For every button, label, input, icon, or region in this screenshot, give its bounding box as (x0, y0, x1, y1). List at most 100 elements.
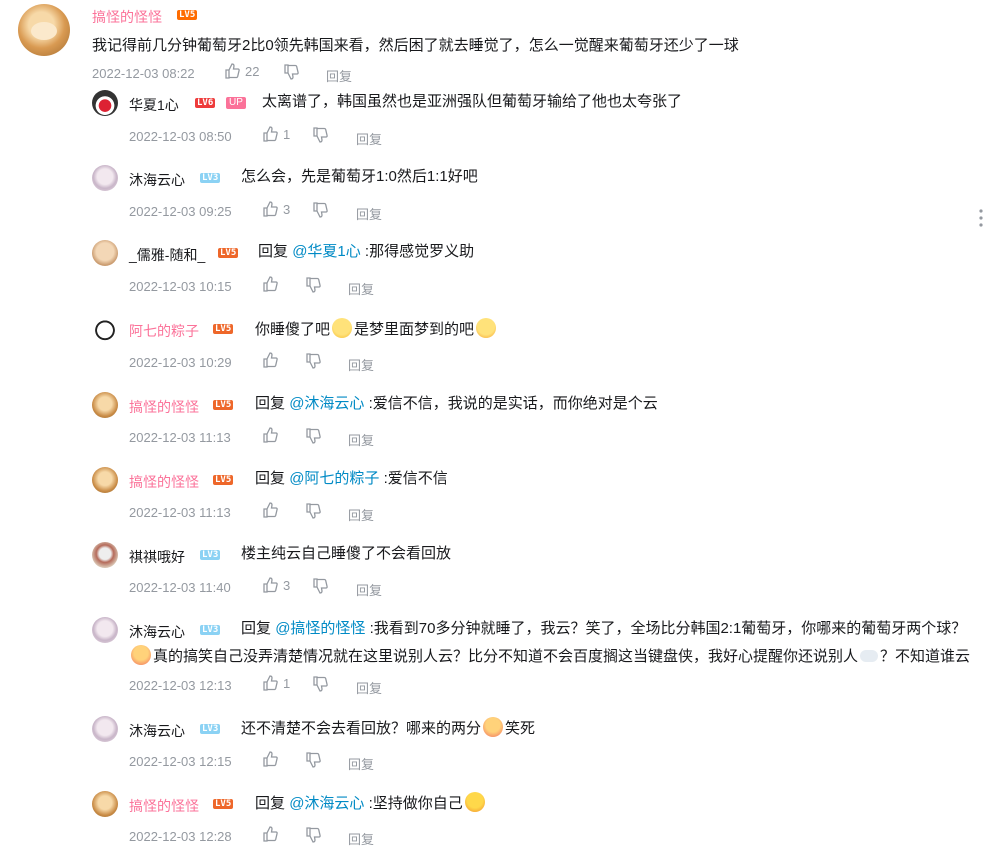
reply-button[interactable]: 回复 (348, 355, 374, 374)
level-badge: LV5 (177, 10, 198, 20)
reply-button[interactable]: 回复 (356, 678, 382, 697)
reply-body: 笑死 (505, 720, 536, 737)
avatar[interactable] (92, 791, 118, 817)
reply-body: 是梦里面梦到的吧 (354, 321, 475, 338)
like-count: 22 (245, 63, 260, 79)
mention-link[interactable]: @华夏1心 (292, 243, 361, 260)
reply-body: :我看到70多分钟就睡了，我云？笑了，全场比分韩国2:1葡萄牙，你哪来的葡萄牙两… (365, 620, 967, 637)
reply-text: 回复 @阿七的粽子 :爱信不信 (255, 469, 448, 489)
username[interactable]: 搞怪的怪怪 (92, 7, 162, 27)
dislike-button[interactable] (305, 353, 321, 369)
like-button[interactable] (262, 352, 278, 368)
avatar[interactable] (92, 617, 118, 643)
like-button[interactable] (262, 276, 278, 292)
dislike-button[interactable] (312, 127, 328, 143)
mention-link[interactable]: @沐海云心 (289, 395, 364, 412)
blush-emoji-icon (483, 717, 504, 737)
dislike-button[interactable] (305, 277, 321, 293)
username[interactable]: 搞怪的怪怪 (129, 472, 199, 492)
like-button[interactable] (262, 427, 278, 443)
username[interactable]: 祺祺哦好 (129, 547, 185, 567)
avatar[interactable] (92, 392, 118, 418)
avatar[interactable] (92, 90, 118, 116)
level-badge: LV6 (195, 98, 216, 108)
reply-prefix: 回复 (258, 243, 289, 260)
reply-body: :爱信不信 (379, 470, 448, 487)
level-badge: LV5 (218, 248, 239, 258)
username[interactable]: 阿七的粽子 (129, 321, 199, 341)
username[interactable]: _儒雅-随和_ (129, 245, 205, 265)
reply-date: 2022-12-03 11:13 (129, 430, 231, 445)
like-count: 1 (283, 126, 291, 142)
username[interactable]: 搞怪的怪怪 (129, 397, 199, 417)
avatar[interactable] (92, 240, 118, 266)
reply-date: 2022-12-03 12:28 (129, 829, 232, 844)
like-button[interactable]: 3 (262, 577, 290, 593)
reply-prefix: 回复 (255, 395, 286, 412)
reply-button[interactable]: 回复 (348, 505, 374, 524)
cloud-emoji-icon (860, 650, 879, 662)
thumbs-down-icon (284, 64, 299, 80)
avatar[interactable] (92, 467, 118, 493)
reply-text: 回复 @华夏1心 :那得感觉罗义助 (258, 242, 474, 262)
reply-body: ？不知道谁云 (880, 648, 971, 665)
mention-link[interactable]: @搞怪的怪怪 (275, 620, 365, 637)
avatar[interactable] (92, 165, 118, 191)
level-badge: LV5 (213, 799, 234, 809)
reply-text: 怎么会，先是葡萄牙1:0然后1:1好吧 (241, 168, 478, 185)
mention-link[interactable]: @沐海云心 (289, 795, 364, 812)
reply-button[interactable]: 回复 (348, 279, 374, 298)
reply-button[interactable]: 回复 (326, 66, 352, 85)
level-badge: LV3 (200, 173, 221, 183)
dislike-button[interactable] (312, 578, 328, 594)
username[interactable]: 沐海云心 (129, 721, 185, 741)
crying-emoji-icon (464, 792, 485, 812)
reply-prefix: 回复 (241, 620, 272, 637)
avatar[interactable] (92, 542, 118, 568)
thumbs-down-icon (306, 827, 321, 843)
dislike-button[interactable] (312, 202, 328, 218)
more-vertical-icon[interactable] (978, 208, 984, 228)
thumbs-up-icon (225, 63, 240, 79)
like-button[interactable]: 1 (262, 126, 290, 142)
avatar[interactable] (92, 716, 118, 742)
username[interactable]: 沐海云心 (129, 170, 185, 190)
thumbs-down-icon (313, 676, 328, 692)
up-badge: UP (226, 97, 246, 109)
reply-button[interactable]: 回复 (356, 580, 382, 599)
avatar[interactable] (18, 4, 70, 56)
dislike-button[interactable] (283, 64, 299, 80)
reply-button[interactable]: 回复 (356, 204, 382, 223)
like-button[interactable]: 22 (224, 63, 259, 79)
thumbs-up-icon (263, 577, 278, 593)
reply-button[interactable]: 回复 (356, 129, 382, 148)
comment-text: 我记得前几分钟葡萄牙2比0领先韩国来看，然后困了就去睡觉了，怎么一觉醒来葡萄牙还… (92, 37, 739, 54)
avatar[interactable] (92, 316, 118, 342)
username[interactable]: 沐海云心 (129, 622, 185, 642)
like-button[interactable] (262, 502, 278, 518)
like-button[interactable]: 1 (262, 675, 290, 691)
reply-button[interactable]: 回复 (348, 829, 374, 848)
reply-button[interactable]: 回复 (348, 430, 374, 449)
like-button[interactable] (262, 751, 278, 767)
thumbs-down-icon (306, 277, 321, 293)
reply-button[interactable]: 回复 (348, 754, 374, 773)
reply-body: :那得感觉罗义助 (360, 243, 475, 260)
reply-body: :爱信不信，我说的是实话，而你绝对是个云 (364, 395, 658, 412)
dislike-button[interactable] (305, 428, 321, 444)
thumbs-up-icon (263, 826, 278, 842)
dislike-button[interactable] (312, 676, 328, 692)
username[interactable]: 搞怪的怪怪 (129, 796, 199, 816)
reply-body: 你睡傻了吧 (255, 321, 331, 338)
reply-date: 2022-12-03 10:29 (129, 355, 232, 370)
dislike-button[interactable] (305, 827, 321, 843)
mention-link[interactable]: @阿七的粽子 (289, 470, 379, 487)
like-button[interactable] (262, 826, 278, 842)
like-button[interactable]: 3 (262, 201, 290, 217)
level-badge: LV5 (213, 400, 234, 410)
username[interactable]: 华夏1心 (129, 95, 179, 115)
dislike-button[interactable] (305, 503, 321, 519)
dislike-button[interactable] (305, 752, 321, 768)
level-badge: LV5 (213, 324, 234, 334)
thumbs-down-icon (313, 202, 328, 218)
